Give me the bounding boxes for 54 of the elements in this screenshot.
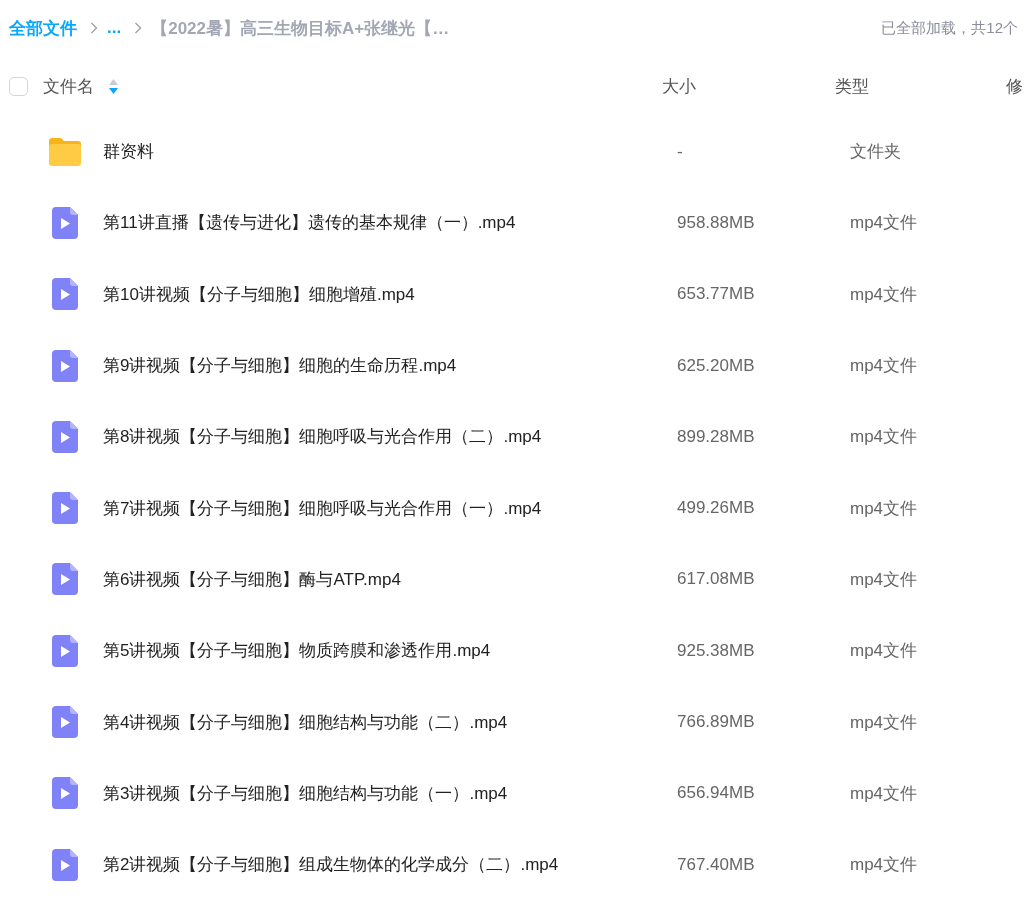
file-name[interactable]: 第2讲视频【分子与细胞】组成生物体的化学成分（二）.mp4 xyxy=(103,853,559,877)
column-header[interactable]: 文件名 xyxy=(43,74,94,98)
column-header[interactable]: 类型 xyxy=(835,74,869,98)
column-header[interactable]: 大小 xyxy=(662,74,696,98)
column-header[interactable]: 修 xyxy=(1006,74,1023,98)
file-type: mp4文件 xyxy=(850,568,918,591)
file-type: mp4文件 xyxy=(850,497,918,520)
select-all-checkbox[interactable] xyxy=(9,76,28,96)
file-name[interactable]: 第6讲视频【分子与细胞】酶与ATP.mp4 xyxy=(103,567,401,591)
file-size: 499.26MB xyxy=(677,498,755,519)
file-name[interactable]: 第10讲视频【分子与细胞】细胞增殖.mp4 xyxy=(103,282,415,306)
file-type: mp4文件 xyxy=(850,212,918,235)
file-name[interactable]: 第9讲视频【分子与细胞】细胞的生命历程.mp4 xyxy=(103,354,457,378)
video-file-icon xyxy=(52,848,78,881)
video-file-icon xyxy=(52,349,78,382)
video-file-icon xyxy=(52,278,78,311)
file-size: 925.38MB xyxy=(677,640,755,661)
breadcrumb-current: 【2022暑】高三生物目标A+张继光【… xyxy=(151,17,450,40)
file-type: mp4文件 xyxy=(850,426,918,449)
file-type: mp4文件 xyxy=(850,283,918,306)
video-file-icon xyxy=(52,420,78,453)
file-size: 767.40MB xyxy=(677,854,755,875)
video-file-icon xyxy=(52,706,78,738)
load-status: 已全部加载，共12个 xyxy=(881,18,1018,38)
file-name[interactable]: 群资料 xyxy=(103,140,154,164)
video-file-icon xyxy=(52,492,78,525)
file-name[interactable]: 第11讲直播【遗传与进化】遗传的基本规律（一）.mp4 xyxy=(103,211,516,235)
file-type: mp4文件 xyxy=(850,854,918,877)
file-size: - xyxy=(677,141,683,162)
video-file-icon xyxy=(52,206,78,239)
sort-icon[interactable] xyxy=(109,78,118,94)
file-type: 文件夹 xyxy=(850,141,901,164)
file-type: mp4文件 xyxy=(850,782,918,805)
file-type: mp4文件 xyxy=(850,640,918,663)
file-name[interactable]: 第3讲视频【分子与细胞】细胞结构与功能（一）.mp4 xyxy=(103,781,508,805)
folder-icon xyxy=(48,136,82,167)
file-size: 766.89MB xyxy=(677,712,755,732)
chevron-icon xyxy=(134,22,143,34)
file-size: 617.08MB xyxy=(677,569,755,590)
file-size: 656.94MB xyxy=(677,783,755,804)
video-file-icon xyxy=(52,777,78,810)
file-size: 653.77MB xyxy=(677,284,755,305)
chevron-icon xyxy=(90,22,98,34)
file-name[interactable]: 第4讲视频【分子与细胞】细胞结构与功能（二）.mp4 xyxy=(103,710,508,734)
file-name[interactable]: 第7讲视频【分子与细胞】细胞呼吸与光合作用（一）.mp4 xyxy=(103,496,542,520)
video-file-icon xyxy=(52,634,78,667)
file-name[interactable]: 第8讲视频【分子与细胞】细胞呼吸与光合作用（二）.mp4 xyxy=(103,425,542,449)
file-size: 625.20MB xyxy=(677,355,755,376)
file-type: mp4文件 xyxy=(850,711,918,734)
file-type: mp4文件 xyxy=(850,355,918,378)
video-file-icon xyxy=(52,563,78,596)
file-size: 899.28MB xyxy=(677,426,755,447)
file-name[interactable]: 第5讲视频【分子与细胞】物质跨膜和渗透作用.mp4 xyxy=(103,639,491,663)
file-size: 958.88MB xyxy=(677,212,755,233)
